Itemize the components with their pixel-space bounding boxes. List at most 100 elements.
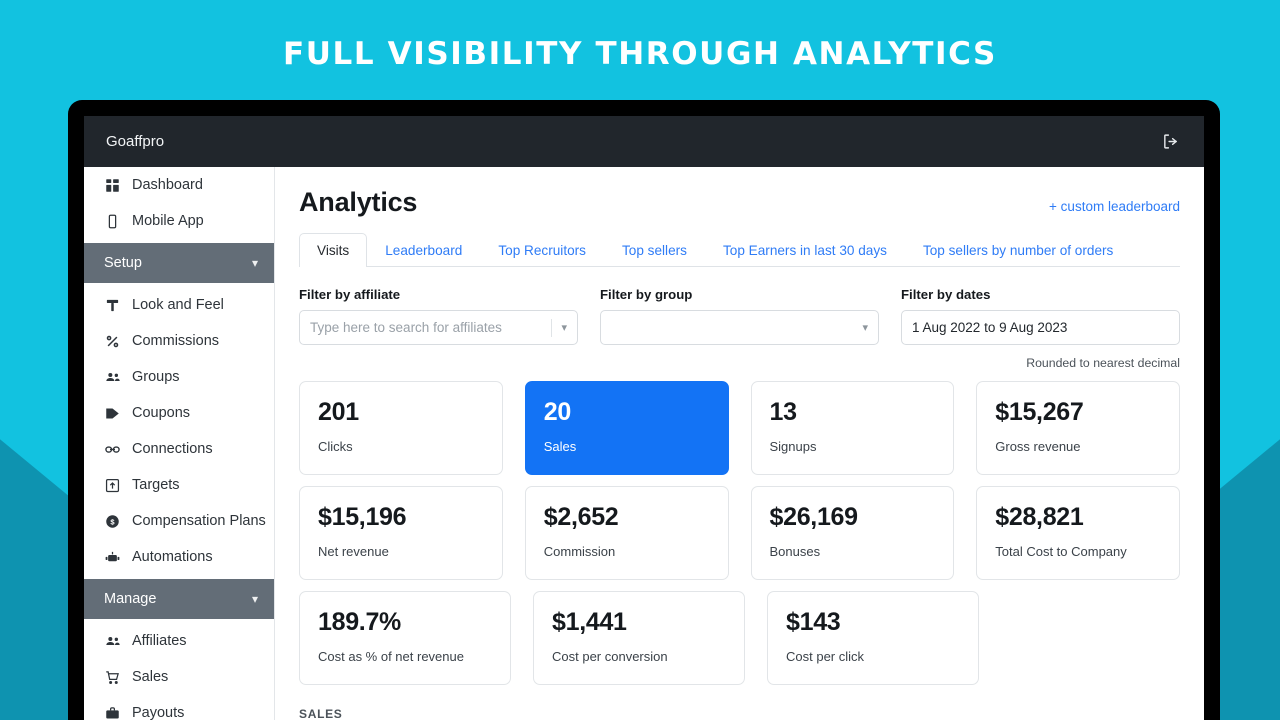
promo-headline: Full visibility through analytics: [0, 36, 1280, 72]
sidebar-item-label: Mobile App: [132, 213, 204, 229]
sidebar-section-manage[interactable]: Manage ▾: [84, 579, 274, 619]
stat-card-net-revenue[interactable]: $15,196 Net revenue: [299, 486, 503, 580]
stat-value: 20: [544, 398, 728, 427]
sidebar-item-label: Coupons: [132, 405, 190, 421]
app-topbar: Goaffpro: [84, 116, 1204, 167]
chevron-down-icon: ▾: [252, 256, 258, 270]
stat-card-gross-revenue[interactable]: $15,267 Gross revenue: [976, 381, 1180, 475]
filter-bar: Filter by affiliate Type here to search …: [299, 287, 1180, 345]
stat-value: 201: [318, 398, 502, 427]
stat-label: Total Cost to Company: [995, 544, 1179, 559]
stat-value: $2,652: [544, 503, 728, 532]
sidebar-item-compensation-plans[interactable]: $ Compensation Plans: [84, 503, 274, 539]
sidebar-item-label: Groups: [132, 369, 180, 385]
dollar-icon: $: [104, 513, 121, 530]
sidebar: Dashboard Mobile App Setup ▾: [84, 167, 275, 720]
sidebar-item-coupons[interactable]: Coupons: [84, 395, 274, 431]
stat-card-sales[interactable]: 20 Sales: [525, 381, 729, 475]
stat-card-signups[interactable]: 13 Signups: [751, 381, 955, 475]
stat-label: Bonuses: [770, 544, 954, 559]
tab-top-sellers[interactable]: Top sellers: [604, 233, 705, 267]
stat-value: $28,821: [995, 503, 1179, 532]
sidebar-item-groups[interactable]: Groups: [84, 359, 274, 395]
filter-group-label: Filter by group: [600, 287, 879, 302]
filter-dates-label: Filter by dates: [901, 287, 1180, 302]
stat-label: Signups: [770, 439, 954, 454]
sidebar-item-connections[interactable]: Connections: [84, 431, 274, 467]
chevron-down-icon: ▾: [561, 321, 567, 334]
tab-top-recruitors[interactable]: Top Recruitors: [480, 233, 604, 267]
sidebar-item-commissions[interactable]: Commissions: [84, 323, 274, 359]
tab-leaderboard[interactable]: Leaderboard: [367, 233, 480, 267]
sidebar-item-mobile-app[interactable]: Mobile App: [84, 203, 274, 239]
percent-icon: [104, 333, 121, 350]
stat-row: 189.7% Cost as % of net revenue $1,441 C…: [299, 591, 1180, 685]
tab-bar: Visits Leaderboard Top Recruitors Top se…: [299, 233, 1180, 267]
date-range-input[interactable]: 1 Aug 2022 to 9 Aug 2023: [901, 310, 1180, 345]
page-title: Analytics: [299, 187, 417, 218]
stat-card-bonuses[interactable]: $26,169 Bonuses: [751, 486, 955, 580]
group-select[interactable]: ▾: [600, 310, 879, 345]
tab-top-sellers-by-number-of-orders[interactable]: Top sellers by number of orders: [905, 233, 1131, 267]
stat-value: 13: [770, 398, 954, 427]
target-icon: [104, 477, 121, 494]
sidebar-item-label: Compensation Plans: [132, 513, 266, 529]
sidebar-item-label: Look and Feel: [132, 297, 224, 313]
custom-leaderboard-link[interactable]: + custom leaderboard: [1049, 199, 1180, 214]
stat-label: Commission: [544, 544, 728, 559]
filter-group: Filter by group ▾: [600, 287, 879, 345]
sidebar-item-label: Affiliates: [132, 633, 187, 649]
app-body: Dashboard Mobile App Setup ▾: [84, 167, 1204, 720]
main-header: Analytics + custom leaderboard: [299, 187, 1180, 218]
app-window: Goaffpro: [84, 116, 1204, 720]
stat-value: $26,169: [770, 503, 954, 532]
affiliate-search-input[interactable]: Type here to search for affiliates ▾: [299, 310, 578, 345]
sidebar-item-payouts[interactable]: Payouts: [84, 695, 274, 720]
sidebar-item-label: Targets: [132, 477, 180, 493]
stat-label: Sales: [544, 439, 728, 454]
stat-value: $15,196: [318, 503, 502, 532]
main-content: Analytics + custom leaderboard Visits Le…: [275, 167, 1204, 720]
mobile-icon: [104, 213, 121, 230]
sidebar-item-label: Sales: [132, 669, 168, 685]
sidebar-item-look-and-feel[interactable]: Look and Feel: [84, 287, 274, 323]
link-icon: [104, 441, 121, 458]
stat-card-cost-per-click[interactable]: $143 Cost per click: [767, 591, 979, 685]
stat-label: Cost per conversion: [552, 649, 744, 664]
stat-row: $15,196 Net revenue $2,652 Commission $2…: [299, 486, 1180, 580]
sidebar-item-targets[interactable]: Targets: [84, 467, 274, 503]
sales-section-label: SALES: [299, 707, 1180, 720]
sidebar-item-sales[interactable]: Sales: [84, 659, 274, 695]
stat-card-cost-as-percent-of-net-revenue[interactable]: 189.7% Cost as % of net revenue: [299, 591, 511, 685]
stat-card-cost-per-conversion[interactable]: $1,441 Cost per conversion: [533, 591, 745, 685]
stat-card-commission[interactable]: $2,652 Commission: [525, 486, 729, 580]
sidebar-item-affiliates[interactable]: Affiliates: [84, 623, 274, 659]
sidebar-item-dashboard[interactable]: Dashboard: [84, 167, 274, 203]
sidebar-item-label: Dashboard: [132, 177, 203, 193]
sidebar-item-label: Automations: [132, 549, 213, 565]
stat-label: Cost per click: [786, 649, 978, 664]
stat-label: Gross revenue: [995, 439, 1179, 454]
stat-card-total-cost-to-company[interactable]: $28,821 Total Cost to Company: [976, 486, 1180, 580]
automation-icon: [104, 549, 121, 566]
people-icon: [104, 633, 121, 650]
sidebar-item-automations[interactable]: Automations: [84, 539, 274, 575]
laptop-device-frame: Goaffpro: [68, 100, 1220, 720]
stat-value: $143: [786, 608, 978, 637]
stat-value: 189.7%: [318, 608, 510, 637]
briefcase-icon: [104, 705, 121, 720]
logout-icon[interactable]: [1158, 130, 1182, 154]
sidebar-item-label: Commissions: [132, 333, 219, 349]
tab-top-earners-last-30-days[interactable]: Top Earners in last 30 days: [705, 233, 905, 267]
sidebar-section-label: Manage: [104, 591, 156, 607]
sidebar-section-label: Setup: [104, 255, 142, 271]
chevron-down-icon: ▾: [862, 321, 868, 334]
tab-visits[interactable]: Visits: [299, 233, 367, 267]
stat-card-clicks[interactable]: 201 Clicks: [299, 381, 503, 475]
filter-affiliate: Filter by affiliate Type here to search …: [299, 287, 578, 345]
stat-value: $1,441: [552, 608, 744, 637]
stat-label: Cost as % of net revenue: [318, 649, 510, 664]
paint-icon: [104, 297, 121, 314]
stat-value: $15,267: [995, 398, 1179, 427]
sidebar-section-setup[interactable]: Setup ▾: [84, 243, 274, 283]
